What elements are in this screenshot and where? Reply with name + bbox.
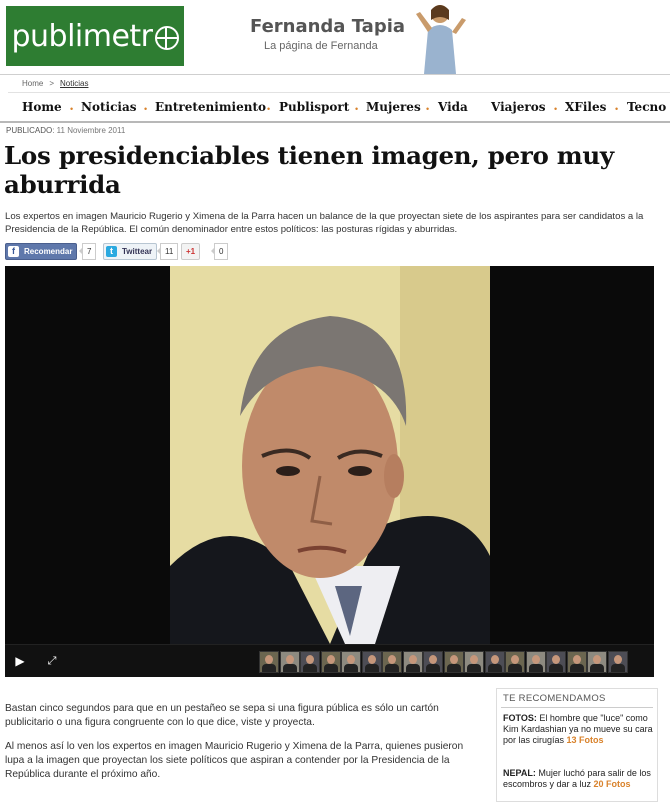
gallery-thumbnail[interactable] <box>587 651 607 673</box>
breadcrumb-noticias[interactable]: Noticias <box>60 79 88 88</box>
gallery-thumbnail[interactable] <box>361 651 382 673</box>
gallery-thumbnail[interactable] <box>546 651 566 673</box>
article-headline: Los presidenciables tienen imagen, pero … <box>4 141 614 199</box>
facebook-icon: f <box>8 246 19 257</box>
gallery-thumbnail[interactable] <box>505 651 525 673</box>
breadcrumb-home[interactable]: Home <box>22 79 43 88</box>
twitter-count: 11 <box>156 243 179 260</box>
recommended-title: TE RECOMENDAMOS <box>503 693 606 704</box>
recommended-divider <box>501 707 653 708</box>
gallery-thumbnail[interactable] <box>320 651 341 673</box>
nav-separator-dot: • <box>426 104 430 114</box>
nav-separator-dot: • <box>267 104 271 114</box>
nav-separator-dot: • <box>615 104 619 114</box>
nav-separator-dot: • <box>554 104 558 114</box>
nav-separator-dot: • <box>355 104 359 114</box>
promo-figure-image[interactable] <box>404 0 474 74</box>
gallery-thumbnail[interactable] <box>382 651 402 673</box>
promo-tagline: La página de Fernanda <box>264 40 378 52</box>
twitter-label: Twittear <box>122 247 153 256</box>
article-paragraph: Al menos así lo ven los expertos en imag… <box>5 741 464 780</box>
logo-text: publimetr <box>11 18 153 54</box>
published-date: PUBLICADO: 11 Noviembre 2011 <box>6 126 125 135</box>
recommended-photo-count: 20 Fotos <box>593 779 631 789</box>
promo-name[interactable]: Fernanda Tapia <box>250 16 405 37</box>
breadcrumb-divider <box>8 92 670 93</box>
player-controls: ▶ ⤢ <box>5 644 654 677</box>
photo-gallery-player: ▶ ⤢ <box>5 266 654 677</box>
gallery-thumbnail[interactable] <box>525 651 546 673</box>
breadcrumb-separator: > <box>49 79 55 88</box>
nav-mujeres[interactable]: Mujeres <box>366 100 421 114</box>
recommended-item[interactable]: NEPAL: Mujer luchó para salir de los esc… <box>503 768 653 790</box>
nav-entretenimiento[interactable]: Entretenimiento <box>155 100 266 114</box>
gallery-thumbnail[interactable] <box>443 651 464 673</box>
recommended-box: TE RECOMENDAMOS FOTOS: El hombre que "lu… <box>496 688 658 802</box>
nav-separator-dot: • <box>70 104 74 114</box>
breadcrumb: Home > Noticias <box>22 79 88 88</box>
nav-tecno[interactable]: Tecno <box>627 100 666 114</box>
nav-home[interactable]: Home <box>22 100 62 114</box>
published-value: : 11 Noviembre 2011 <box>52 126 126 135</box>
gallery-thumbnail[interactable] <box>300 651 320 673</box>
fullscreen-icon[interactable]: ⤢ <box>41 650 63 672</box>
globe-icon <box>154 26 179 50</box>
article-paragraph: Bastan cinco segundos para que en un pes… <box>5 703 439 728</box>
play-icon[interactable]: ▶ <box>9 650 31 672</box>
gallery-photo[interactable] <box>170 266 490 644</box>
google-plus-button[interactable]: +1 <box>181 243 201 260</box>
google-plus-label: +1 <box>186 247 196 256</box>
nav-publisport[interactable]: Publisport <box>279 100 349 114</box>
gallery-thumbnail[interactable] <box>566 651 587 673</box>
gallery-thumbnail[interactable] <box>259 651 279 673</box>
recommended-photo-count: 13 Fotos <box>566 735 604 745</box>
gallery-thumbnail[interactable] <box>607 651 628 673</box>
gallery-thumbnail[interactable] <box>402 651 423 673</box>
tweet-button[interactable]: t Twittear <box>103 243 158 260</box>
right-column-edge <box>662 266 670 686</box>
facebook-label: Recomendar <box>24 247 73 256</box>
facebook-recommend-button[interactable]: f Recomendar <box>5 243 78 260</box>
main-nav: Home • Noticias • Entretenimiento • Publ… <box>0 100 670 120</box>
nav-separator-dot: • <box>144 104 148 114</box>
gallery-thumbnail[interactable] <box>484 651 505 673</box>
nav-xfiles[interactable]: XFiles <box>565 100 606 114</box>
recommended-item[interactable]: FOTOS: El hombre que "luce" como Kim Kar… <box>503 713 653 746</box>
article-lede: Los expertos en imagen Mauricio Rugerio … <box>5 211 644 235</box>
twitter-icon: t <box>106 246 117 257</box>
gallery-thumbnail[interactable] <box>279 651 300 673</box>
google-plus-count: 0 <box>210 243 229 260</box>
site-logo[interactable]: publimetr <box>6 6 184 66</box>
gallery-thumbnail[interactable] <box>464 651 484 673</box>
recommended-tag: NEPAL: <box>503 768 536 778</box>
nav-viajeros[interactable]: Viajeros <box>491 100 546 114</box>
gallery-thumbnail[interactable] <box>423 651 443 673</box>
nav-vida[interactable]: Vida <box>438 100 468 114</box>
header-divider <box>0 74 670 75</box>
nav-noticias[interactable]: Noticias <box>81 100 136 114</box>
recommended-tag: FOTOS: <box>503 713 537 723</box>
gallery-thumbnail[interactable] <box>341 651 361 673</box>
published-label: PUBLICADO <box>6 126 53 135</box>
facebook-count: 7 <box>78 243 97 260</box>
nav-divider <box>0 121 670 123</box>
article-body: Bastan cinco segundos para que en un pes… <box>5 702 485 792</box>
